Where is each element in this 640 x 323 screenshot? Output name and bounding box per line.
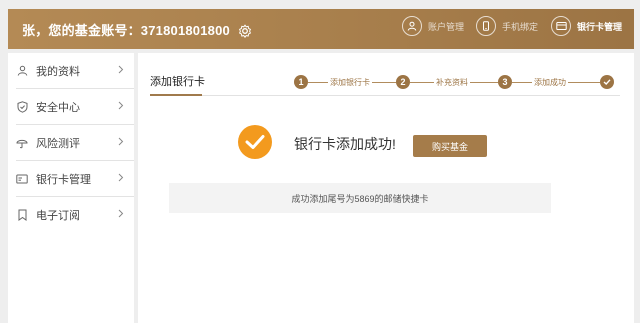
- user-icon: [16, 65, 28, 77]
- top-header: 张，您的基金账号：371801801800 账户管理 手机绑定 银行卡管理: [8, 9, 634, 49]
- user-icon: [402, 16, 422, 36]
- sidebar-item-label: 安全中心: [36, 101, 80, 114]
- sidebar-item-risk[interactable]: 风险测评: [16, 125, 134, 161]
- account-text: 张，您的基金账号：371801801800: [22, 23, 230, 38]
- step-1-marker: 1: [294, 75, 308, 89]
- step-2-label: 补充资料: [434, 77, 470, 88]
- step-2-marker: 2: [396, 75, 410, 89]
- sidebar-item-label: 电子订阅: [36, 210, 80, 222]
- nav-account-management[interactable]: 账户管理: [402, 16, 464, 36]
- active-tab-indicator: [150, 94, 202, 96]
- divider: [150, 95, 620, 96]
- card-icon: [16, 173, 28, 185]
- step-3-label: 添加成功: [532, 77, 568, 88]
- phone-icon: [476, 16, 496, 36]
- sidebar-item-subscription[interactable]: 电子订阅: [16, 197, 134, 233]
- step-complete-check-icon: [600, 75, 614, 89]
- buy-fund-button[interactable]: 购买基金: [413, 135, 487, 157]
- step-3-marker: 3: [498, 75, 512, 89]
- nav-label: 手机绑定: [502, 21, 539, 32]
- tab-add-bank-card[interactable]: 添加银行卡: [150, 73, 205, 89]
- account-info: 张，您的基金账号：371801801800: [22, 20, 252, 41]
- success-check-icon: [238, 125, 272, 159]
- gear-icon[interactable]: [238, 24, 252, 41]
- nav-phone-binding[interactable]: 手机绑定: [476, 16, 538, 36]
- sidebar-item-label: 我的资料: [36, 65, 80, 78]
- card-icon: [551, 16, 571, 36]
- chevron-right-icon: [118, 137, 124, 149]
- chevron-right-icon: [118, 101, 124, 113]
- step-1-label: 添加银行卡: [328, 77, 372, 88]
- nav-card-management[interactable]: 银行卡管理: [551, 16, 622, 36]
- sidebar-item-security[interactable]: 安全中心: [16, 89, 134, 125]
- shield-icon: [16, 100, 28, 113]
- nav-label: 账户管理: [428, 21, 465, 32]
- sidebar-item-profile[interactable]: 我的资料: [16, 53, 134, 89]
- chevron-right-icon: [118, 209, 124, 221]
- chevron-right-icon: [118, 173, 124, 185]
- chevron-right-icon: [118, 65, 124, 77]
- main-panel: 添加银行卡 1 添加银行卡 2 补充资料 3 添加成功 银行卡添加成功! 购买基…: [138, 53, 634, 323]
- sidebar-item-bank-cards[interactable]: 银行卡管理: [16, 161, 134, 197]
- progress-steps: 1 添加银行卡 2 补充资料 3 添加成功: [294, 75, 614, 91]
- nav-label: 银行卡管理: [577, 21, 623, 32]
- sidebar-item-label: 风险测评: [36, 137, 80, 150]
- sidebar-item-label: 银行卡管理: [36, 173, 91, 186]
- bookmark-icon: [16, 209, 28, 221]
- sidebar: 我的资料 安全中心 风险测评 银行卡管理 电子订阅: [8, 53, 134, 323]
- umbrella-icon: [16, 137, 28, 149]
- success-message: 银行卡添加成功!: [294, 136, 396, 152]
- card-added-notice: 成功添加尾号为5869的邮储快捷卡: [169, 183, 551, 213]
